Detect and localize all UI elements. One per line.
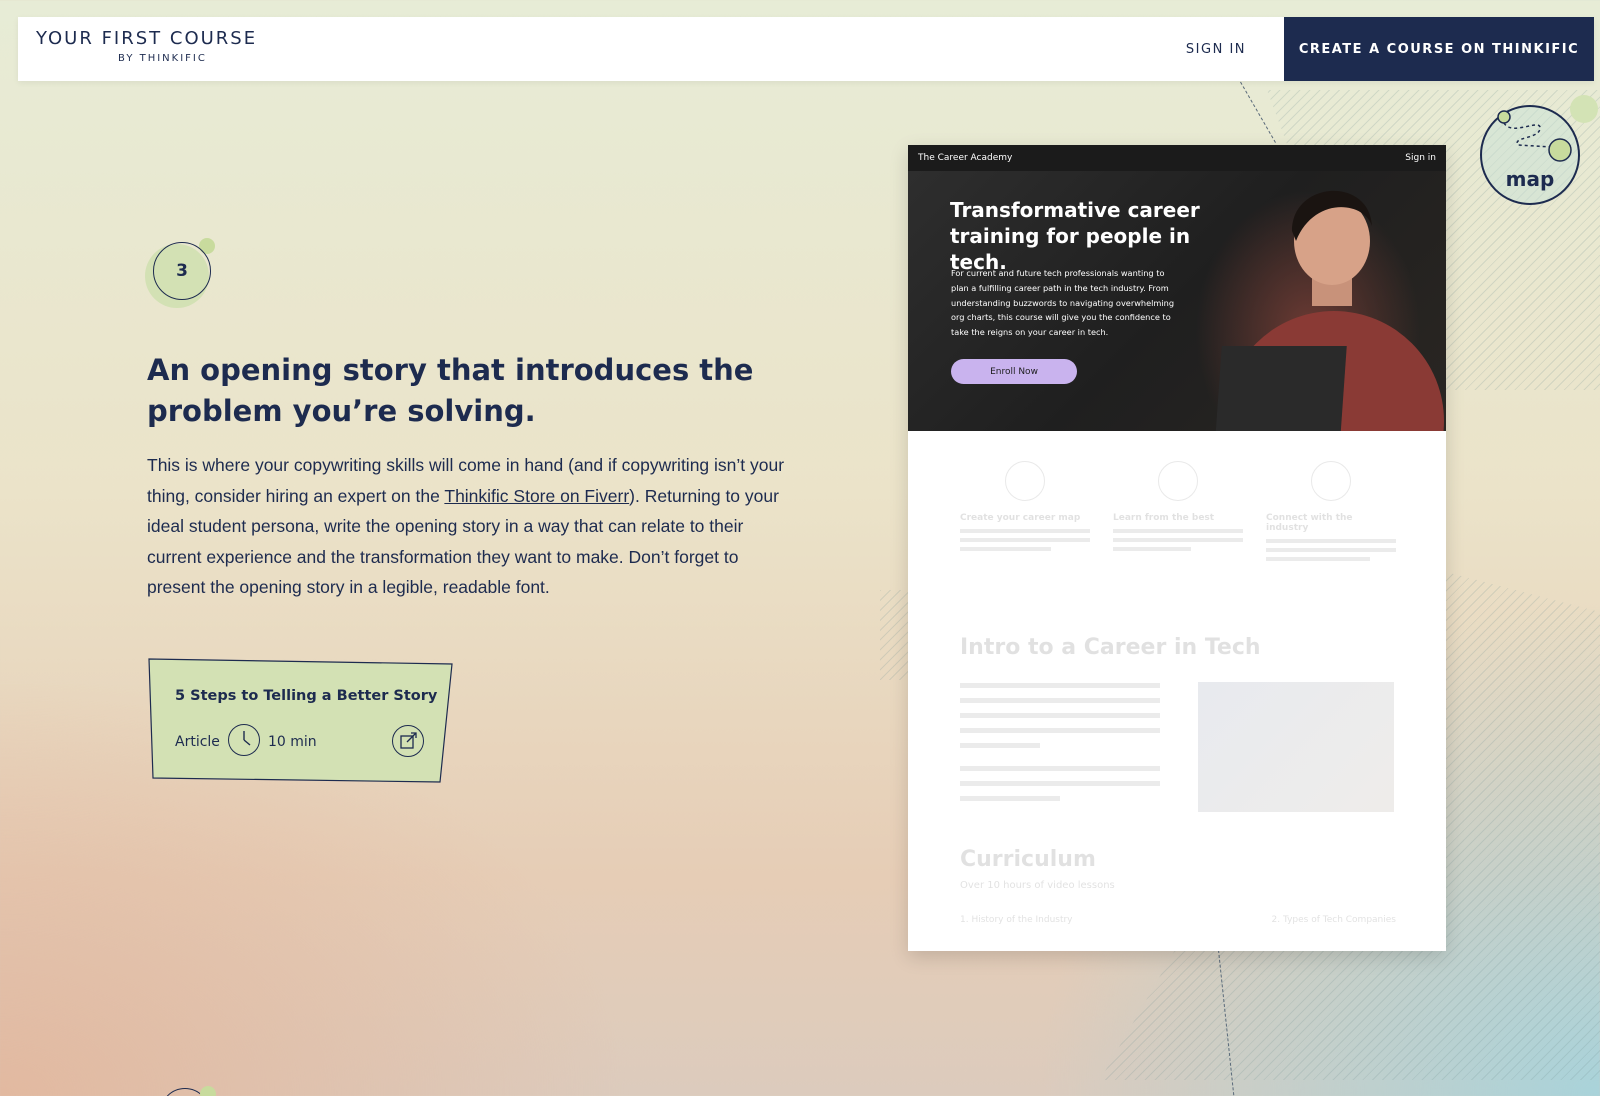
- sign-in-link[interactable]: SIGN IN: [1148, 17, 1284, 81]
- preview-intro-photo: [1198, 682, 1394, 812]
- site-brand[interactable]: YOUR FIRST COURSE BY THINKIFIC: [18, 17, 1148, 81]
- preview-feature: Create your career map: [960, 461, 1090, 566]
- preview-feature: Connect with the industry: [1266, 461, 1396, 566]
- preview-intro-text: [960, 683, 1160, 811]
- preview-sign-in: Sign in: [1405, 153, 1436, 163]
- site-subtitle: BY THINKIFIC: [118, 53, 207, 64]
- map-button[interactable]: map: [1480, 95, 1598, 205]
- clock-icon: [228, 724, 260, 756]
- feature-title: Learn from the best: [1113, 513, 1215, 523]
- preview-hero-description: For current and future tech professional…: [951, 268, 1175, 338]
- preview-feature: Learn from the best: [1113, 461, 1243, 566]
- preview-site-name: The Career Academy: [918, 153, 1013, 163]
- preview-hero-title: Transformative career training for peopl…: [950, 198, 1200, 274]
- step-number: 3: [153, 242, 211, 300]
- preview-curriculum-subtitle: Over 10 hours of video lessons: [960, 880, 1115, 891]
- preview-enroll-button: Enroll Now: [951, 359, 1077, 384]
- feature-title: Connect with the industry: [1266, 513, 1353, 533]
- resource-title: 5 Steps to Telling a Better Story: [175, 688, 438, 704]
- step-badge: 3: [145, 238, 220, 313]
- site-title: YOUR FIRST COURSE: [36, 28, 258, 49]
- preview-curriculum-title: Curriculum: [960, 847, 1096, 872]
- course-page-preview: The Career Academy Sign in Transformativ…: [908, 145, 1446, 951]
- route-icon: [1497, 110, 1572, 162]
- preview-intro-title: Intro to a Career in Tech: [960, 635, 1261, 660]
- preview-features: Create your career map Learn from the be…: [908, 431, 1446, 566]
- top-nav: YOUR FIRST COURSE BY THINKIFIC SIGN IN C…: [18, 17, 1594, 81]
- section-body: This is where your copywriting skills wi…: [147, 450, 797, 603]
- network-icon: [1311, 461, 1351, 501]
- resource-duration: 10 min: [268, 734, 317, 750]
- map-label: map: [1505, 167, 1555, 191]
- curriculum-item: 2. Types of Tech Companies: [1271, 915, 1396, 925]
- decorative-dot: [200, 1086, 216, 1096]
- map-icon: [1005, 461, 1045, 501]
- card-background: [148, 658, 453, 783]
- fiverr-store-link[interactable]: Thinkific Store on Fiverr: [444, 486, 629, 506]
- feature-title: Create your career map: [960, 513, 1081, 523]
- curriculum-item: 1. History of the Industry: [960, 915, 1073, 925]
- resource-type: Article: [175, 734, 220, 750]
- external-link-icon[interactable]: [392, 725, 424, 757]
- section-heading: An opening story that introduces the pro…: [147, 353, 754, 428]
- resource-card[interactable]: 5 Steps to Telling a Better Story Articl…: [148, 658, 453, 784]
- graduation-icon: [1158, 461, 1198, 501]
- preview-curriculum-list: 1. History of the Industry 2. Types of T…: [960, 915, 1396, 925]
- preview-hero: Transformative career training for peopl…: [908, 171, 1446, 431]
- preview-topbar: The Career Academy Sign in: [908, 145, 1446, 171]
- create-course-button[interactable]: CREATE A COURSE ON THINKIFIC: [1284, 17, 1594, 81]
